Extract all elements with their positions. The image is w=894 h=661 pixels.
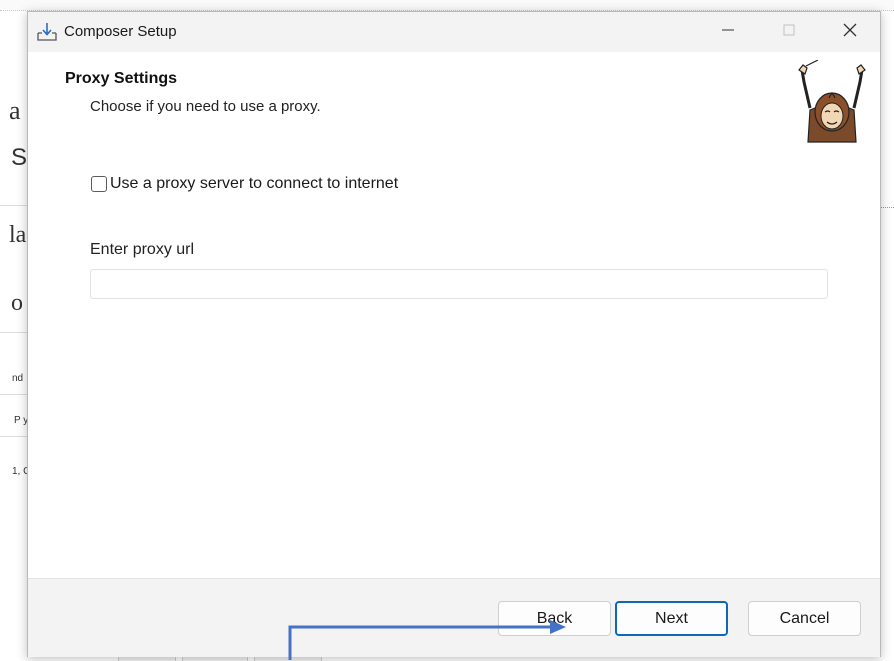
cancel-button[interactable]: Cancel (748, 601, 861, 636)
minimize-button[interactable] (704, 12, 752, 52)
window-title: Composer Setup (64, 23, 177, 40)
proxy-checkbox-label[interactable]: Use a proxy server to connect to interne… (110, 175, 398, 193)
dialog-footer: Back Next Cancel (28, 578, 880, 657)
background-divider (0, 332, 30, 333)
title-bar[interactable]: Composer Setup (28, 12, 880, 52)
close-icon (843, 23, 857, 42)
close-button[interactable] (826, 12, 874, 52)
background-divider (0, 436, 30, 437)
proxy-checkbox[interactable] (91, 176, 107, 192)
page-description: Choose if you need to use a proxy. (90, 98, 321, 115)
back-button[interactable]: Back (498, 601, 611, 636)
background-text-fragment: S (11, 144, 28, 171)
proxy-url-label: Enter proxy url (90, 241, 195, 258)
background-text-fragment: o (11, 290, 23, 316)
next-button[interactable]: Next (615, 601, 728, 636)
download-icon (36, 21, 58, 43)
maximize-button[interactable] (765, 12, 813, 52)
background-divider (0, 394, 30, 395)
maximize-icon (783, 23, 795, 41)
background-divider (0, 205, 30, 206)
page-title: Proxy Settings (65, 70, 178, 87)
background-ruler (0, 0, 894, 11)
composer-logo (796, 59, 868, 144)
setup-dialog: Composer Setup Proxy Settings Choose if … (27, 11, 881, 657)
minimize-icon (722, 23, 734, 41)
proxy-url-input[interactable] (90, 269, 828, 299)
background-text-fragment: la (9, 222, 27, 248)
background-text-fragment: a (9, 96, 21, 125)
background-text-fragment: nd (12, 373, 24, 384)
